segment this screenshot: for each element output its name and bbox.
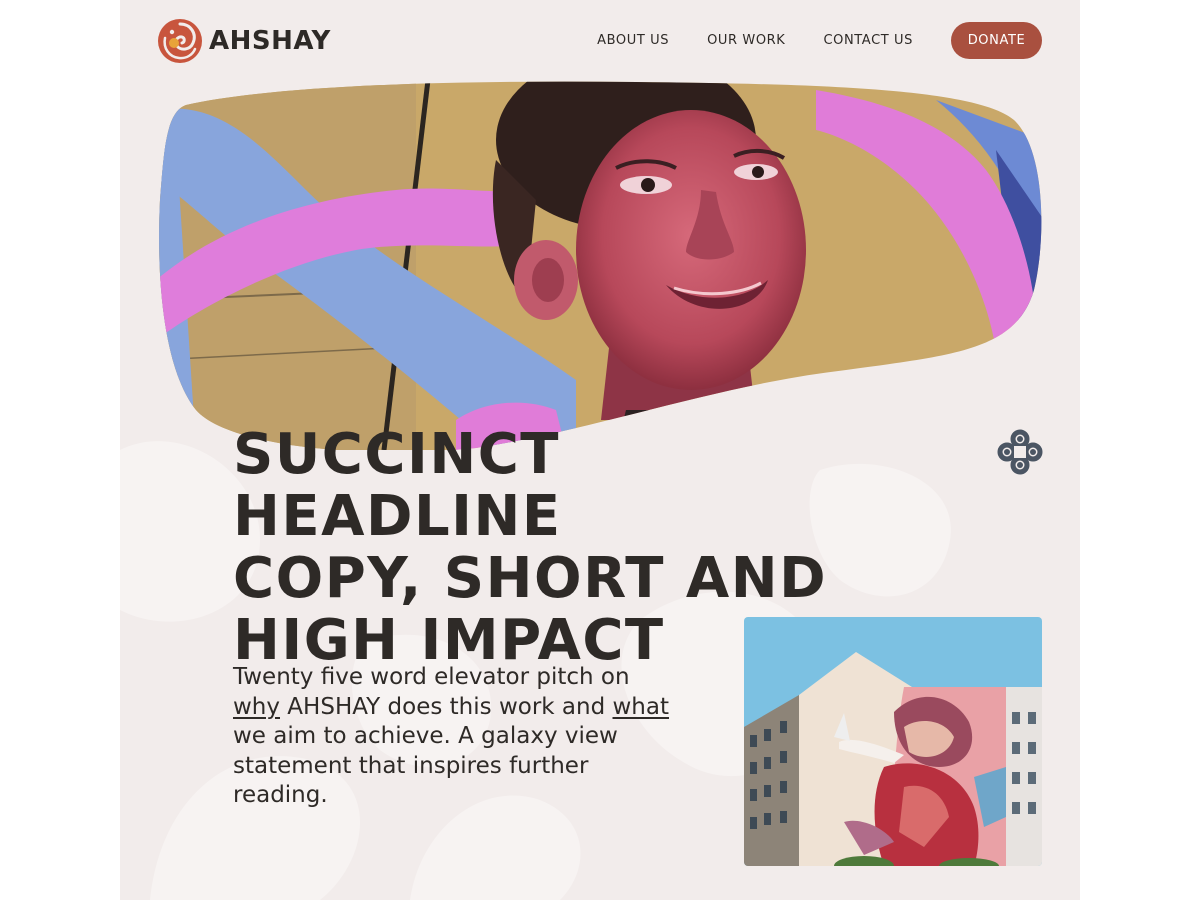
donate-button[interactable]: DONATE bbox=[951, 22, 1042, 59]
headline-line-1: SUCCINCT HEADLINE bbox=[233, 422, 562, 549]
brand-name: AHSHAY bbox=[209, 26, 331, 56]
pitch-text-2: AHSHAY does this work and bbox=[280, 693, 613, 720]
headline-line-2: COPY, SHORT AND bbox=[233, 546, 828, 611]
four-petal-knot-icon[interactable] bbox=[996, 428, 1044, 476]
brand-logo[interactable]: AHSHAY bbox=[157, 18, 331, 64]
elevator-pitch: Twenty five word elevator pitch on why A… bbox=[233, 663, 673, 811]
main-nav: ABOUT US OUR WORK CONTACT US DONATE bbox=[597, 22, 1042, 59]
page: AHSHAY ABOUT US OUR WORK CONTACT US DONA… bbox=[120, 0, 1080, 900]
pitch-text-3: we aim to achieve. A galaxy view stateme… bbox=[233, 723, 618, 808]
logo-swirl-icon bbox=[158, 19, 202, 63]
hero-mural-image bbox=[159, 81, 1042, 450]
why-link[interactable]: why bbox=[233, 694, 280, 720]
pitch-text-1: Twenty five word elevator pitch on bbox=[233, 664, 630, 690]
what-link[interactable]: what bbox=[613, 694, 670, 720]
nav-about-us[interactable]: ABOUT US bbox=[597, 33, 669, 48]
nav-contact-us[interactable]: CONTACT US bbox=[823, 33, 913, 48]
building-mural-photo bbox=[744, 617, 1042, 866]
nav-our-work[interactable]: OUR WORK bbox=[707, 33, 785, 48]
